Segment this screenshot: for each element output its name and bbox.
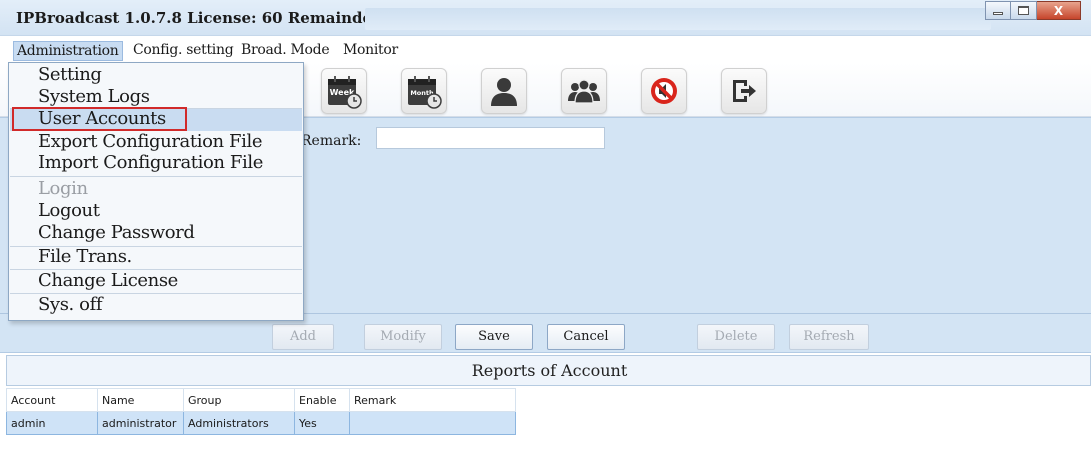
mute-button[interactable] [641,68,687,114]
column-header-account[interactable]: Account [6,388,98,412]
exit-button[interactable] [721,68,767,114]
mute-icon [651,78,677,104]
menu-monitor[interactable]: Monitor [340,41,401,61]
column-header-enable[interactable]: Enable [294,388,350,412]
remark-label: Remark: [301,133,362,149]
menu-broad-mode[interactable]: Broad. Mode [238,41,332,61]
cell-account[interactable]: admin [6,411,98,435]
menu-administration[interactable]: Administration [13,41,123,61]
maximize-icon [1018,6,1029,15]
close-icon: X [1053,3,1064,18]
cell-group[interactable]: Administrators [183,411,295,435]
cell-remark[interactable] [349,411,516,435]
menu-item-file-trans[interactable]: File Trans. [10,247,302,269]
menu-item-sys-off[interactable]: Sys. off [10,295,302,317]
month-calendar-icon: Month [408,76,442,109]
remark-input[interactable] [376,127,605,149]
week-calendar-icon: Week [328,76,362,109]
reports-title: Reports of Account [471,361,628,380]
column-header-group[interactable]: Group [183,388,295,412]
window-title: IPBroadcast 1.0.7.8 License: 60 Remainde… [16,9,412,27]
menu-item-system-logs[interactable]: System Logs [10,87,302,109]
column-header-remark[interactable]: Remark [349,388,516,412]
accounts-table: Account Name Group Enable Remark admin a… [6,388,516,435]
save-button[interactable]: Save [455,324,533,350]
minimize-icon [993,12,1003,15]
week-schedule-button[interactable]: Week [321,68,367,114]
month-schedule-button[interactable]: Month [401,68,447,114]
cell-enable[interactable]: Yes [294,411,350,435]
exit-icon [733,80,756,102]
minimize-button[interactable] [985,1,1011,20]
menu-item-import-configuration-file[interactable]: Import Configuration File [10,153,302,175]
delete-button[interactable]: Delete [697,324,775,350]
menu-item-export-configuration-file[interactable]: Export Configuration File [10,132,302,154]
cell-name[interactable]: administrator [97,411,184,435]
cancel-button[interactable]: Cancel [547,324,625,350]
title-bar: IPBroadcast 1.0.7.8 License: 60 Remainde… [0,0,1091,36]
menu-item-change-password[interactable]: Change Password [10,223,302,245]
menu-config-setting[interactable]: Config. setting [130,41,236,61]
title-bar-strip [365,8,991,30]
user-icon [491,78,517,106]
highlight-box [12,107,187,131]
reports-header: Reports of Account [6,355,1091,386]
menu-item-login[interactable]: Login [10,179,302,201]
menu-item-logout[interactable]: Logout [10,201,302,223]
group-icon [568,79,600,104]
close-button[interactable]: X [1037,1,1081,20]
modify-button[interactable]: Modify [364,324,442,350]
refresh-button[interactable]: Refresh [789,324,869,350]
window-controls: X [985,1,1081,20]
user-button[interactable] [481,68,527,114]
table-header-row: Account Name Group Enable Remark [6,388,516,412]
menu-separator [10,176,302,177]
group-button[interactable] [561,68,607,114]
maximize-button[interactable] [1011,1,1037,20]
menu-item-setting[interactable]: Setting [10,65,302,87]
add-button[interactable]: Add [272,324,334,350]
administration-dropdown: Setting System Logs User Accounts Export… [8,62,304,321]
column-header-name[interactable]: Name [97,388,184,412]
menu-item-change-license[interactable]: Change License [10,271,302,293]
table-row[interactable]: admin administrator Administrators Yes [6,411,516,435]
menu-bar: Administration Config. setting Broad. Mo… [0,39,1091,63]
